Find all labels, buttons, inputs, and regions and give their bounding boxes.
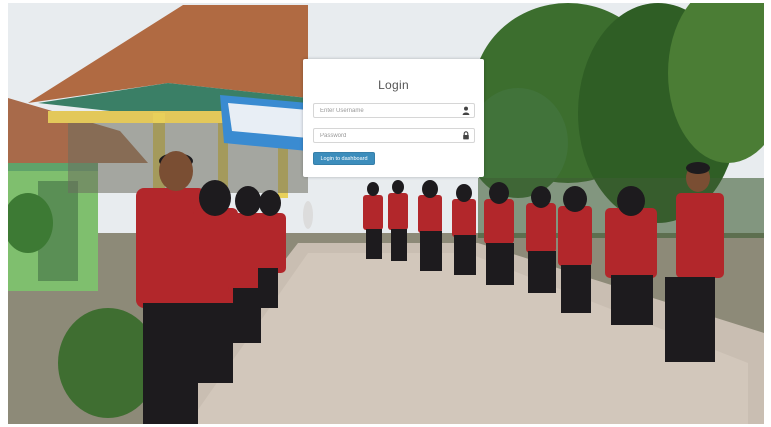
login-button[interactable]: Login to dashboard xyxy=(313,152,375,165)
lock-icon xyxy=(463,131,469,140)
password-input[interactable] xyxy=(314,129,465,142)
login-title: Login xyxy=(378,78,409,92)
login-card: Login Login to dashboard xyxy=(303,59,484,177)
user-icon xyxy=(462,106,470,115)
username-field[interactable] xyxy=(313,103,475,118)
username-input[interactable] xyxy=(314,104,465,117)
password-field[interactable] xyxy=(313,128,475,143)
